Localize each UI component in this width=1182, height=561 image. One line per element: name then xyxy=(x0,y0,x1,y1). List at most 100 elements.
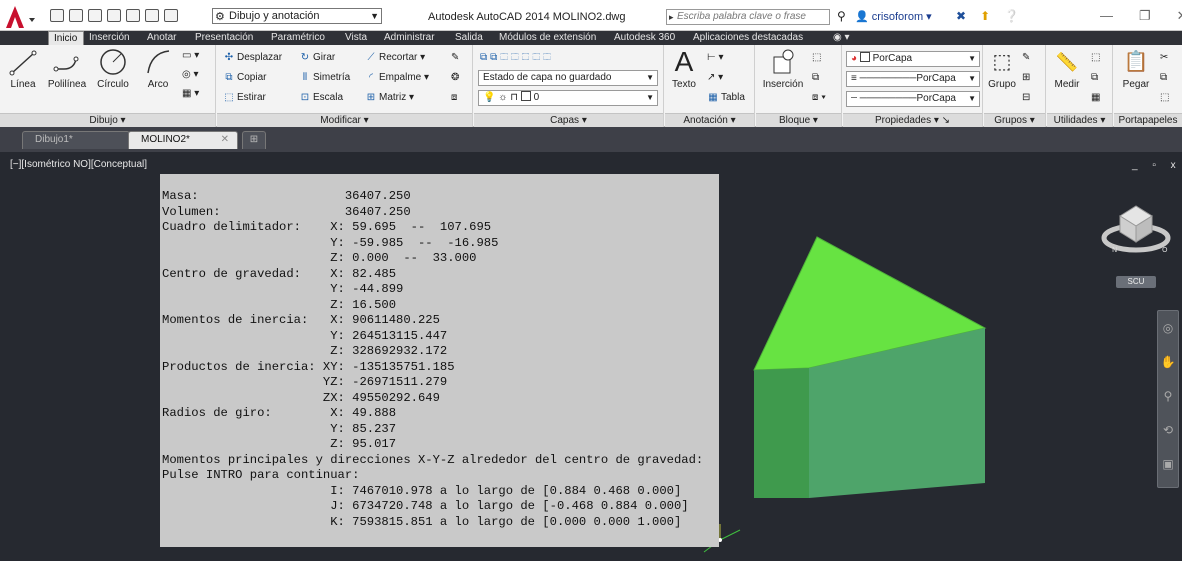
close-icon[interactable]: ✕ xyxy=(221,132,229,148)
tab-autodesk-360[interactable]: Autodesk 360 xyxy=(614,31,675,45)
quick-select-icon[interactable]: ⬚ xyxy=(1091,51,1100,65)
workspace-select[interactable]: ⚙ Dibujo y anotación ▼ xyxy=(212,8,382,24)
search-input[interactable]: ▸ Escriba palabra clave o frase xyxy=(666,9,830,25)
panel-propiedades-title[interactable]: Propiedades ▾ ↘ xyxy=(843,113,982,127)
offset-icon[interactable]: ⧈ xyxy=(451,91,457,105)
drawing-viewport[interactable]: [−][Isométrico NO][Conceptual] _ ▫ x Mas… xyxy=(0,152,1182,561)
rotate-button[interactable]: ↻ Girar xyxy=(299,51,335,65)
region-button[interactable]: ▦ ▾ xyxy=(182,87,199,101)
scale-button[interactable]: ⊡ Escala xyxy=(299,91,343,105)
stretch-button[interactable]: ⬚ Estirar xyxy=(223,91,266,105)
tab-presentacion[interactable]: Presentación xyxy=(195,31,253,45)
match-props-icon[interactable]: ⬚ xyxy=(1160,91,1169,105)
tab-aplicaciones[interactable]: Aplicaciones destacadas xyxy=(693,31,803,45)
print-icon[interactable] xyxy=(126,9,140,22)
tab-anotar[interactable]: Anotar xyxy=(147,31,176,45)
group-button[interactable]: ⬚ Grupo xyxy=(986,47,1018,91)
lineweight-select[interactable]: ┄ ────────PorCapa ▼ xyxy=(846,91,980,107)
dimension-button[interactable]: ⊢ ▾ xyxy=(707,51,724,65)
autodesk-360-icon[interactable]: ⬆ xyxy=(980,9,990,23)
orbit-icon[interactable]: ⟲ xyxy=(1158,413,1178,447)
file-tab-label: MOLINO2* xyxy=(141,134,190,145)
current-layer-select[interactable]: 💡 ☼ ⊓ 0 ▼ xyxy=(478,90,658,106)
tab-vista[interactable]: Vista xyxy=(345,31,367,45)
point-style-icon[interactable]: ⧉ xyxy=(1091,71,1098,85)
cut-icon[interactable]: ✂ xyxy=(1160,51,1168,65)
polyline-button[interactable]: Polilínea xyxy=(44,47,90,91)
panel-utilidades-title[interactable]: Utilidades ▾ xyxy=(1047,113,1112,127)
panel-portapapeles-title[interactable]: Portapapeles xyxy=(1114,113,1182,127)
create-block-icon[interactable]: ⬚ xyxy=(812,51,821,65)
panel-grupos-title[interactable]: Grupos ▾ xyxy=(984,113,1045,127)
open-icon[interactable] xyxy=(69,9,83,22)
hatch-button[interactable]: ◎ ▾ xyxy=(182,68,199,82)
panel-bloque-title[interactable]: Bloque ▾ xyxy=(756,113,841,127)
save-icon[interactable] xyxy=(88,9,102,22)
attribute-icon[interactable]: ⧈ ▾ xyxy=(812,91,826,105)
tab-inicio[interactable]: Inicio xyxy=(48,31,84,45)
panel-capas-title[interactable]: Capas ▾ xyxy=(474,113,663,127)
color-select[interactable]: ◕ PorCapa ▼ xyxy=(846,51,980,67)
measure-button[interactable]: 📏 Medir xyxy=(1049,47,1085,91)
edit-block-icon[interactable]: ⧉ xyxy=(812,71,819,85)
trim-button[interactable]: ⟋ Recortar ▾ xyxy=(365,51,426,65)
array-button[interactable]: ⊞ Matriz ▾ xyxy=(365,91,414,105)
erase-icon[interactable]: ✎ xyxy=(451,51,459,65)
calculator-icon[interactable]: ▦ xyxy=(1091,91,1100,105)
paste-button[interactable]: 📋 Pegar xyxy=(1118,47,1154,91)
explode-icon[interactable]: ❂ xyxy=(451,71,459,85)
file-tab-molino2[interactable]: MOLINO2* ✕ xyxy=(128,131,238,149)
showmotion-icon[interactable]: ▣ xyxy=(1158,447,1178,481)
panel-modificar-title[interactable]: Modificar ▾ xyxy=(217,113,472,127)
pan-icon[interactable]: ✋ xyxy=(1158,345,1178,379)
file-tab-dibujo1[interactable]: Dibujo1* xyxy=(22,131,130,149)
close-icon[interactable]: ✕ xyxy=(1177,8,1182,24)
arc-button[interactable]: Arco xyxy=(140,47,176,91)
tab-salida[interactable]: Salida xyxy=(455,31,483,45)
copy-button[interactable]: ⧉ Copiar xyxy=(223,71,266,85)
restore-icon[interactable]: ❐ xyxy=(1139,8,1151,24)
exchange-icon[interactable]: ✖ xyxy=(956,9,966,23)
leader-button[interactable]: ↗ ▾ xyxy=(707,71,723,85)
insert-label: Inserción xyxy=(762,79,804,90)
help-icon[interactable]: ❔ xyxy=(1004,9,1019,23)
layer-tools-icons[interactable]: ⧉⧉⬚⬚⬚⬚⬚ xyxy=(480,51,554,65)
zoom-icon[interactable]: ⚲ xyxy=(1158,379,1178,413)
viewcube-icon[interactable]: N O xyxy=(1100,194,1172,254)
redo-icon[interactable] xyxy=(164,9,178,22)
line-button[interactable]: Línea xyxy=(6,47,40,91)
tab-administrar[interactable]: Administrar xyxy=(384,31,435,45)
tab-parametrico[interactable]: Paramétrico xyxy=(271,31,325,45)
panel-dibujo-title[interactable]: Dibujo ▾ xyxy=(0,113,215,127)
minimize-icon[interactable]: — xyxy=(1100,8,1113,24)
steering-wheel-icon[interactable]: ◎ xyxy=(1158,311,1178,345)
undo-icon[interactable] xyxy=(145,9,159,22)
new-tab-button[interactable]: ⊞ xyxy=(242,131,266,149)
rectangle-button[interactable]: ▭ ▾ xyxy=(182,49,199,63)
move-button[interactable]: ✣ Desplazar xyxy=(223,51,282,65)
fillet-button[interactable]: ◜ Empalme ▾ xyxy=(365,71,429,85)
tab-insercion[interactable]: Inserción xyxy=(89,31,130,45)
group-edit-icon[interactable]: ✎ xyxy=(1022,51,1030,65)
ribbon-toggle-icon[interactable]: ◉ ▾ xyxy=(833,31,850,45)
circle-button[interactable]: Círculo xyxy=(94,47,132,91)
mirror-button[interactable]: ⫴ Simetría xyxy=(299,71,350,85)
autocad-logo-icon[interactable] xyxy=(4,4,38,30)
insert-button[interactable]: Inserción xyxy=(760,47,806,91)
panel-anotacion-title[interactable]: Anotación ▾ xyxy=(665,113,754,127)
group-select-icon[interactable]: ⊟ xyxy=(1022,91,1030,105)
ungroup-icon[interactable]: ⊞ xyxy=(1022,71,1030,85)
new-icon[interactable] xyxy=(50,9,64,22)
user-account[interactable]: 👤 crisoforom ▾ xyxy=(855,10,932,23)
copy-clip-icon[interactable]: ⧉ xyxy=(1160,71,1167,85)
ucs-menu-button[interactable]: SCU xyxy=(1116,276,1156,288)
chevron-down-icon: ▾ xyxy=(926,11,932,23)
tab-modulos[interactable]: Módulos de extensión xyxy=(499,31,596,45)
ribbon: Línea Polilínea Círculo Arco ▭ ▾ ◎ ▾ ▦ ▾… xyxy=(0,45,1182,127)
layer-state-select[interactable]: Estado de capa no guardado ▼ xyxy=(478,70,658,86)
binoculars-icon[interactable]: ⚲ xyxy=(837,9,846,23)
linetype-select[interactable]: ≡ ────────PorCapa ▼ xyxy=(846,71,980,87)
text-button[interactable]: A Texto xyxy=(669,47,699,91)
table-button[interactable]: ▦ Tabla xyxy=(707,91,745,105)
save-as-icon[interactable] xyxy=(107,9,121,22)
